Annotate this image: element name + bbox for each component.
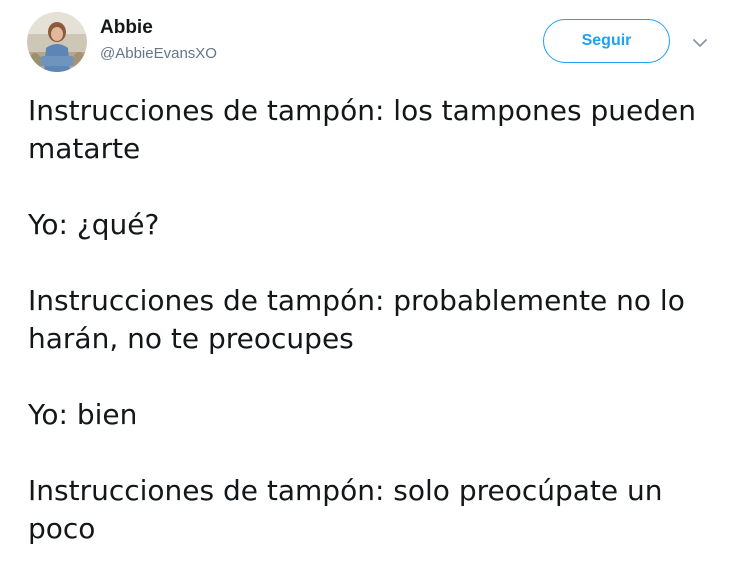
display-name[interactable]: Abbie [100, 16, 153, 40]
more-options-button[interactable] [690, 33, 710, 53]
follow-button[interactable]: Seguir [543, 19, 670, 63]
profile-photo-icon [27, 12, 87, 72]
tweet-text: Instrucciones de tampón: los tampones pu… [28, 92, 718, 548]
user-handle[interactable]: @AbbieEvansXO [100, 44, 217, 64]
tweet-paragraph: Yo: bien [28, 398, 138, 431]
avatar[interactable] [27, 12, 87, 72]
tweet-card: Abbie @AbbieEvansXO Seguir Instrucciones… [0, 0, 730, 565]
tweet-paragraph: Instrucciones de tampón: solo preocúpate… [28, 474, 663, 545]
chevron-down-icon [693, 38, 707, 47]
tweet-paragraph: Instrucciones de tampón: probablemente n… [28, 284, 685, 355]
tweet-paragraph: Instrucciones de tampón: los tampones pu… [28, 94, 696, 165]
tweet-paragraph: Yo: ¿qué? [28, 208, 160, 241]
